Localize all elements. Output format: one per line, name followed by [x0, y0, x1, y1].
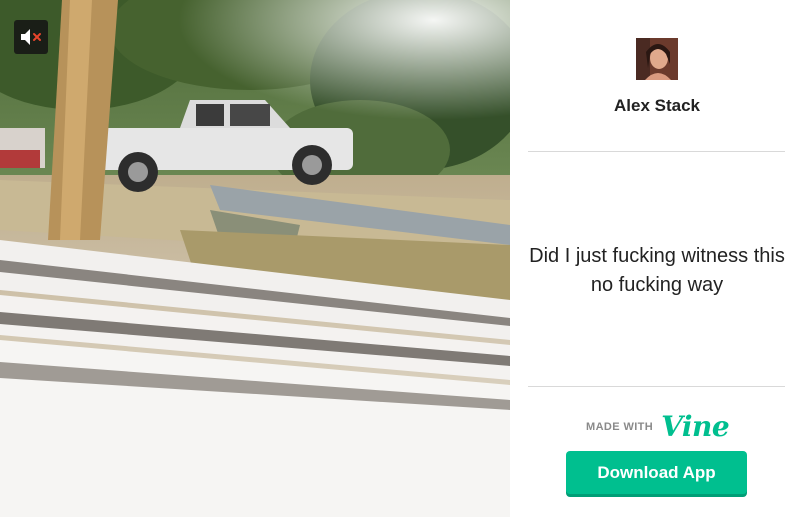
vine-logo: Vine [661, 410, 730, 443]
made-with-label: MADE WITH [586, 421, 654, 433]
mute-toggle-button[interactable] [14, 20, 48, 54]
muted-speaker-icon [21, 29, 41, 45]
video-player[interactable] [0, 0, 510, 517]
author-name[interactable]: Alex Stack [510, 96, 800, 116]
post-info-panel: Alex Stack Did I just fucking witness th… [510, 0, 800, 517]
post-caption: Did I just fucking witness this no fucki… [529, 245, 785, 296]
divider [528, 151, 785, 152]
user-avatar [636, 38, 678, 80]
divider [528, 386, 785, 387]
download-app-button[interactable]: Download App [566, 451, 747, 494]
made-with-vine-badge: MADE WITH Vine [586, 410, 730, 443]
video-frame [0, 0, 510, 517]
avatar[interactable] [636, 38, 678, 80]
